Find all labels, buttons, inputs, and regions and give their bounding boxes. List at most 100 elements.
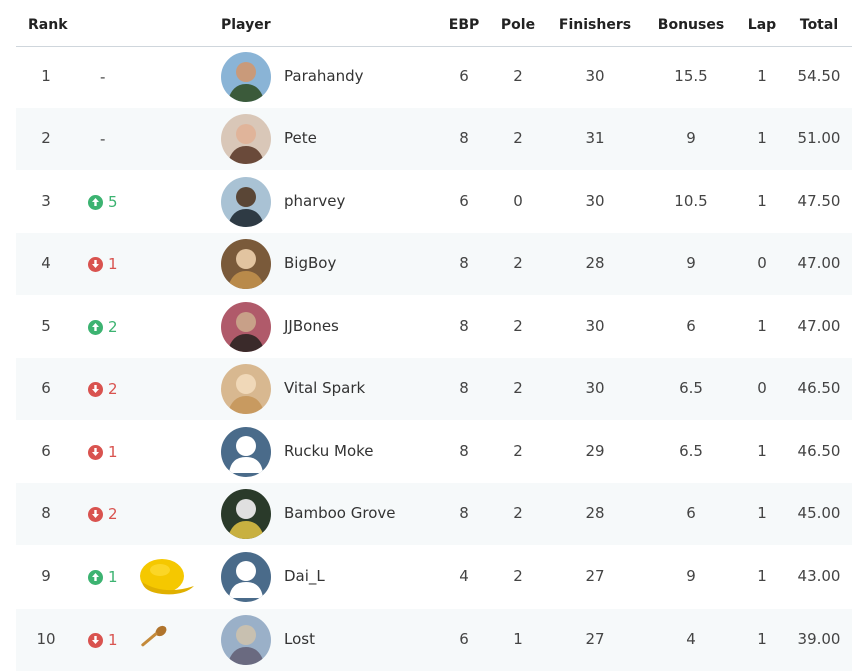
player-name[interactable]: Dai_L (284, 567, 325, 585)
rank-change: 2 (88, 380, 118, 398)
rank-change: 5 (88, 193, 118, 211)
pole-cell: 2 (513, 254, 523, 272)
pole-cell: 2 (513, 67, 523, 85)
header-finishers[interactable]: Finishers (559, 17, 631, 33)
rank-change-value: 1 (108, 631, 118, 649)
bonuses-cell: 6.5 (679, 442, 703, 460)
player-name[interactable]: Pete (284, 129, 317, 147)
rank-cell: 2 (41, 129, 51, 147)
table-row[interactable]: 2 - Pete 8 2 31 9 1 51.00 (16, 108, 852, 170)
finishers-cell: 27 (585, 630, 605, 648)
avatar[interactable] (221, 177, 271, 227)
total-cell: 51.00 (797, 129, 841, 147)
arrow-down-icon (88, 506, 103, 522)
rank-change: 2 (88, 318, 118, 336)
total-cell: 39.00 (797, 630, 841, 648)
yellow-cap-icon (134, 556, 196, 602)
header-rank[interactable]: Rank (28, 17, 68, 33)
header-total[interactable]: Total (800, 17, 838, 33)
arrow-down-icon (88, 632, 103, 648)
table-row[interactable]: 5 2 JJBones 8 2 30 6 1 47.00 (16, 296, 852, 358)
avatar[interactable] (221, 239, 271, 289)
table-row[interactable]: 3 5 pharvey 6 0 30 10.5 1 47.50 (16, 171, 852, 233)
table-row[interactable]: 1 - Parahandy 6 2 30 15.5 1 54.50 (16, 46, 852, 108)
avatar[interactable] (221, 364, 271, 414)
lap-cell: 1 (757, 567, 767, 585)
ebp-cell: 8 (459, 129, 469, 147)
header-ebp[interactable]: EBP (449, 17, 480, 33)
bonuses-cell: 15.5 (674, 67, 708, 85)
arrow-down-icon (88, 381, 103, 397)
bonuses-cell: 9 (686, 567, 696, 585)
rank-change-value: 1 (108, 568, 118, 586)
total-cell: 47.00 (797, 317, 841, 335)
lap-cell: 1 (757, 442, 767, 460)
table-row[interactable]: 4 1 BigBoy 8 2 28 9 0 47.00 (16, 233, 852, 295)
table-row[interactable]: 6 1 Rucku Moke 8 2 29 6.5 1 46.50 (16, 421, 852, 483)
rank-change: - (100, 130, 105, 148)
player-name[interactable]: Bamboo Grove (284, 504, 395, 522)
total-cell: 54.50 (797, 67, 841, 85)
avatar[interactable] (221, 615, 271, 665)
pole-cell: 2 (513, 442, 523, 460)
rank-cell: 3 (41, 192, 51, 210)
rank-cell: 6 (41, 442, 51, 460)
rank-cell: 6 (41, 379, 51, 397)
ebp-cell: 6 (459, 67, 469, 85)
avatar[interactable] (221, 552, 271, 602)
player-name[interactable]: pharvey (284, 192, 345, 210)
table-header: Rank Player EBP Pole Finishers Bonuses L… (16, 0, 852, 47)
bonuses-cell: 6 (686, 504, 696, 522)
table-row[interactable]: 8 2 Bamboo Grove 8 2 28 6 1 45.00 (16, 483, 852, 545)
rank-change: 1 (88, 631, 118, 649)
ebp-cell: 8 (459, 317, 469, 335)
rank-change-value: 2 (108, 318, 118, 336)
avatar[interactable] (221, 114, 271, 164)
header-lap[interactable]: Lap (748, 17, 776, 33)
player-name[interactable]: Lost (284, 630, 315, 648)
table-row[interactable]: 6 2 Vital Spark 8 2 30 6.5 0 46.50 (16, 358, 852, 420)
lap-cell: 1 (757, 317, 767, 335)
avatar[interactable] (221, 427, 271, 477)
rank-change-value: 1 (108, 443, 118, 461)
rank-change-value: - (100, 68, 106, 86)
ebp-cell: 6 (459, 192, 469, 210)
rank-change: - (100, 68, 105, 86)
bonuses-cell: 9 (686, 254, 696, 272)
player-name[interactable]: BigBoy (284, 254, 336, 272)
total-cell: 47.00 (797, 254, 841, 272)
rank-change-value: 2 (108, 505, 118, 523)
player-name[interactable]: Rucku Moke (284, 442, 374, 460)
leaderboard: Rank Player EBP Pole Finishers Bonuses L… (0, 0, 866, 671)
finishers-cell: 29 (585, 442, 605, 460)
player-name[interactable]: Vital Spark (284, 379, 365, 397)
rank-cell: 4 (41, 254, 51, 272)
header-bonuses[interactable]: Bonuses (658, 17, 724, 33)
avatar[interactable] (221, 302, 271, 352)
arrow-up-icon (88, 319, 103, 335)
rank-cell: 5 (41, 317, 51, 335)
ebp-cell: 4 (459, 567, 469, 585)
rank-change-value: 1 (108, 255, 118, 273)
total-cell: 46.50 (797, 379, 841, 397)
table-row[interactable]: 9 1 Dai_L 4 2 27 9 1 43.00 (16, 546, 852, 608)
header-pole[interactable]: Pole (501, 17, 535, 33)
rank-change: 1 (88, 568, 118, 586)
player-name[interactable]: JJBones (284, 317, 339, 335)
arrow-up-icon (88, 194, 103, 210)
rank-change-value: 2 (108, 380, 118, 398)
rank-change-value: 5 (108, 193, 118, 211)
bonuses-cell: 6 (686, 317, 696, 335)
player-name[interactable]: Parahandy (284, 67, 364, 85)
pole-cell: 0 (513, 192, 523, 210)
avatar[interactable] (221, 489, 271, 539)
pole-cell: 2 (513, 317, 523, 335)
lap-cell: 0 (757, 379, 767, 397)
lap-cell: 1 (757, 192, 767, 210)
table-row[interactable]: 10 1 Lost 6 1 27 4 1 39.00 (16, 609, 852, 671)
finishers-cell: 28 (585, 504, 605, 522)
rank-change-value: - (100, 130, 106, 148)
finishers-cell: 31 (585, 129, 605, 147)
header-player[interactable]: Player (221, 17, 271, 33)
avatar[interactable] (221, 52, 271, 102)
